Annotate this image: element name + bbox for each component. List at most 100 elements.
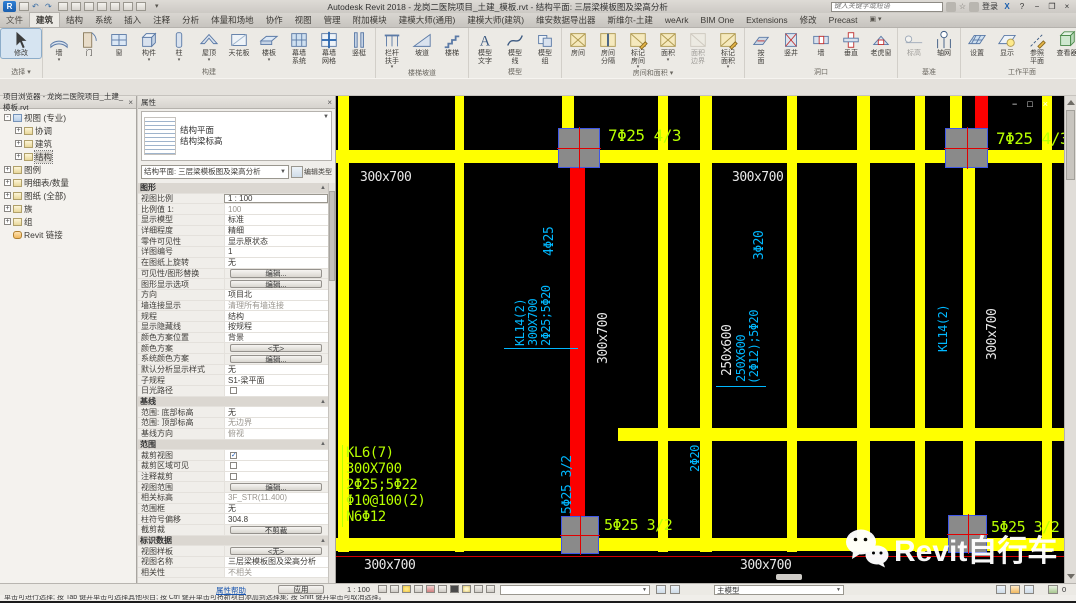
horizontal-scrollbar-thumb[interactable]: [776, 574, 802, 580]
type-selector[interactable]: 结构平面 结构梁标高 ▼: [141, 111, 332, 161]
beam-annotation[interactable]: 3Φ20: [752, 231, 767, 260]
tab-协作[interactable]: 协作: [260, 13, 289, 27]
面积-button[interactable]: 面积▾: [653, 29, 683, 62]
view-filter-select[interactable]: 结构平面: 三层梁模板图及梁高分析 ▼: [141, 165, 289, 179]
beam-annotation-kl6[interactable]: KL6(7) 300X700 2Φ25;5Φ22 Φ10@100(2) N6Φ1…: [346, 445, 425, 525]
beam[interactable]: [857, 96, 870, 552]
search-input[interactable]: [831, 2, 943, 12]
sign-in-link[interactable]: 登录: [982, 1, 998, 12]
expand-icon[interactable]: +: [15, 127, 22, 134]
楼板-button[interactable]: 楼板▾: [254, 29, 284, 62]
edit-type-button[interactable]: 编辑类型: [291, 166, 332, 178]
chevron-down-icon[interactable]: ▼: [323, 114, 329, 120]
tab-视图[interactable]: 视图: [289, 13, 318, 27]
browser-item-族[interactable]: +族: [0, 202, 136, 215]
tab-建模大师(通用)[interactable]: 建模大师(通用): [393, 13, 462, 27]
房间分隔-button[interactable]: 房间 分隔: [593, 29, 623, 65]
beam-annotation[interactable]: KL14(2): [513, 299, 527, 346]
ribbon-state-toggle-icon[interactable]: ▣ ▾: [864, 13, 888, 27]
竖井-button[interactable]: 竖井: [776, 29, 806, 58]
tab-weArk[interactable]: weArk: [659, 13, 695, 27]
apply-button[interactable]: 应用: [278, 585, 324, 594]
value-范围: 底部标高[interactable]: 无: [224, 407, 328, 417]
beam-annotation[interactable]: 5Φ25 3/2: [604, 516, 672, 534]
幕墙系统-button[interactable]: 幕墙 系统: [284, 29, 314, 65]
模型文字-button[interactable]: A模型 文字: [470, 29, 500, 65]
value-默认分析显示样式[interactable]: 无: [224, 365, 328, 375]
collapse-icon[interactable]: -: [4, 114, 11, 121]
default-3d-view-icon[interactable]: [97, 2, 107, 11]
temporary-hide-isolate-icon[interactable]: [450, 585, 459, 593]
filter-icon[interactable]: [1048, 585, 1058, 594]
expand-icon[interactable]: +: [15, 140, 22, 147]
<无>-button[interactable]: <无>: [230, 344, 322, 353]
section-icon[interactable]: [110, 2, 120, 11]
beam[interactable]: [455, 96, 464, 552]
beam[interactable]: [963, 168, 975, 515]
shadows-icon[interactable]: [414, 585, 423, 593]
close-button[interactable]: ×: [1061, 2, 1073, 11]
value-显示隐藏线[interactable]: 按规程: [224, 322, 328, 332]
expand-icon[interactable]: +: [4, 218, 11, 225]
tab-Extensions[interactable]: Extensions: [740, 13, 794, 27]
value-视图名称[interactable]: 三层梁模板图及梁高分析: [224, 557, 328, 567]
crop-view-icon[interactable]: [426, 585, 435, 593]
hide-analytical-model-icon[interactable]: [486, 585, 495, 593]
按面-button[interactable]: 按 面: [746, 29, 776, 65]
beam-annotation[interactable]: 300x700: [364, 558, 415, 573]
beam-annotation[interactable]: KL14(2): [936, 305, 950, 352]
value-规程[interactable]: 结构: [224, 311, 328, 321]
楼梯-button[interactable]: 楼梯: [437, 29, 467, 58]
search-icon[interactable]: [946, 2, 956, 12]
竖梃-button[interactable]: 竖梃: [344, 29, 374, 58]
beam-annotation[interactable]: 7Φ25 4/3: [608, 126, 681, 145]
beam[interactable]: [700, 96, 712, 552]
<无>-button[interactable]: <无>: [230, 547, 322, 556]
老虎窗-button[interactable]: 老虎窗: [866, 29, 896, 58]
user-icon[interactable]: [969, 2, 979, 12]
scroll-down-icon[interactable]: [1067, 574, 1075, 579]
value-颜色方案位置[interactable]: 背景: [224, 333, 328, 343]
beam-annotation[interactable]: 7Φ25 4/3: [996, 129, 1064, 148]
browser-item-图纸 (全部)[interactable]: +图纸 (全部): [0, 189, 136, 202]
vertical-scrollbar-thumb[interactable]: [1066, 110, 1075, 180]
browser-item-Revit 链接[interactable]: Revit 链接: [0, 228, 136, 241]
墙-button[interactable]: 墙▾: [44, 29, 74, 62]
customize-qat-icon[interactable]: ▾: [149, 0, 165, 14]
beam-annotation[interactable]: 5Φ25 3/2: [560, 455, 575, 514]
expand-icon[interactable]: +: [15, 153, 22, 160]
value-在图纸上旋转[interactable]: 无: [224, 258, 328, 268]
help-icon[interactable]: ?: [1016, 2, 1028, 11]
browser-item-协调[interactable]: +协调: [0, 124, 136, 137]
show-crop-region-icon[interactable]: [438, 585, 447, 593]
tab-附加模块[interactable]: 附加模块: [347, 13, 393, 27]
beam-annotation[interactable]: 300x700: [740, 558, 791, 573]
design-option-select[interactable]: 主模型 ▼: [714, 585, 844, 595]
tab-BIM One[interactable]: BIM One: [695, 13, 741, 27]
tab-file[interactable]: 文件: [0, 13, 29, 27]
编辑...-button[interactable]: 编辑...: [230, 355, 322, 364]
checkbox-裁剪区域可见[interactable]: [230, 462, 237, 469]
thin-lines-icon[interactable]: [123, 2, 133, 11]
column[interactable]: [945, 128, 988, 168]
measure-icon[interactable]: [71, 2, 81, 11]
beam[interactable]: [787, 96, 797, 552]
坡道-button[interactable]: 坡道: [407, 29, 437, 58]
value-零件可见性[interactable]: 显示原状态: [224, 236, 328, 246]
browser-item-明细表/数量[interactable]: +明细表/数量: [0, 176, 136, 189]
detail-level-icon[interactable]: [378, 585, 387, 593]
tab-注释[interactable]: 注释: [147, 13, 176, 27]
栏杆扶手-button[interactable]: 栏杆 扶手▾: [377, 29, 407, 69]
beam-annotation[interactable]: 2Φ20: [688, 445, 702, 472]
轴网-button[interactable]: 轴网: [929, 29, 959, 58]
view-minimize-icon[interactable]: −: [1012, 99, 1017, 109]
beam[interactable]: [950, 96, 962, 128]
查看器-button[interactable]: 查看器: [1052, 29, 1076, 58]
editing-requests-icon[interactable]: [656, 585, 666, 594]
幕墙网格-button[interactable]: 幕墙 网格: [314, 29, 344, 65]
value-详细程度[interactable]: 精细: [224, 226, 328, 236]
visual-style-icon[interactable]: [390, 585, 399, 593]
browser-item-图例[interactable]: +图例: [0, 163, 136, 176]
expand-icon[interactable]: +: [4, 192, 11, 199]
垂直-button[interactable]: 垂直: [836, 29, 866, 58]
